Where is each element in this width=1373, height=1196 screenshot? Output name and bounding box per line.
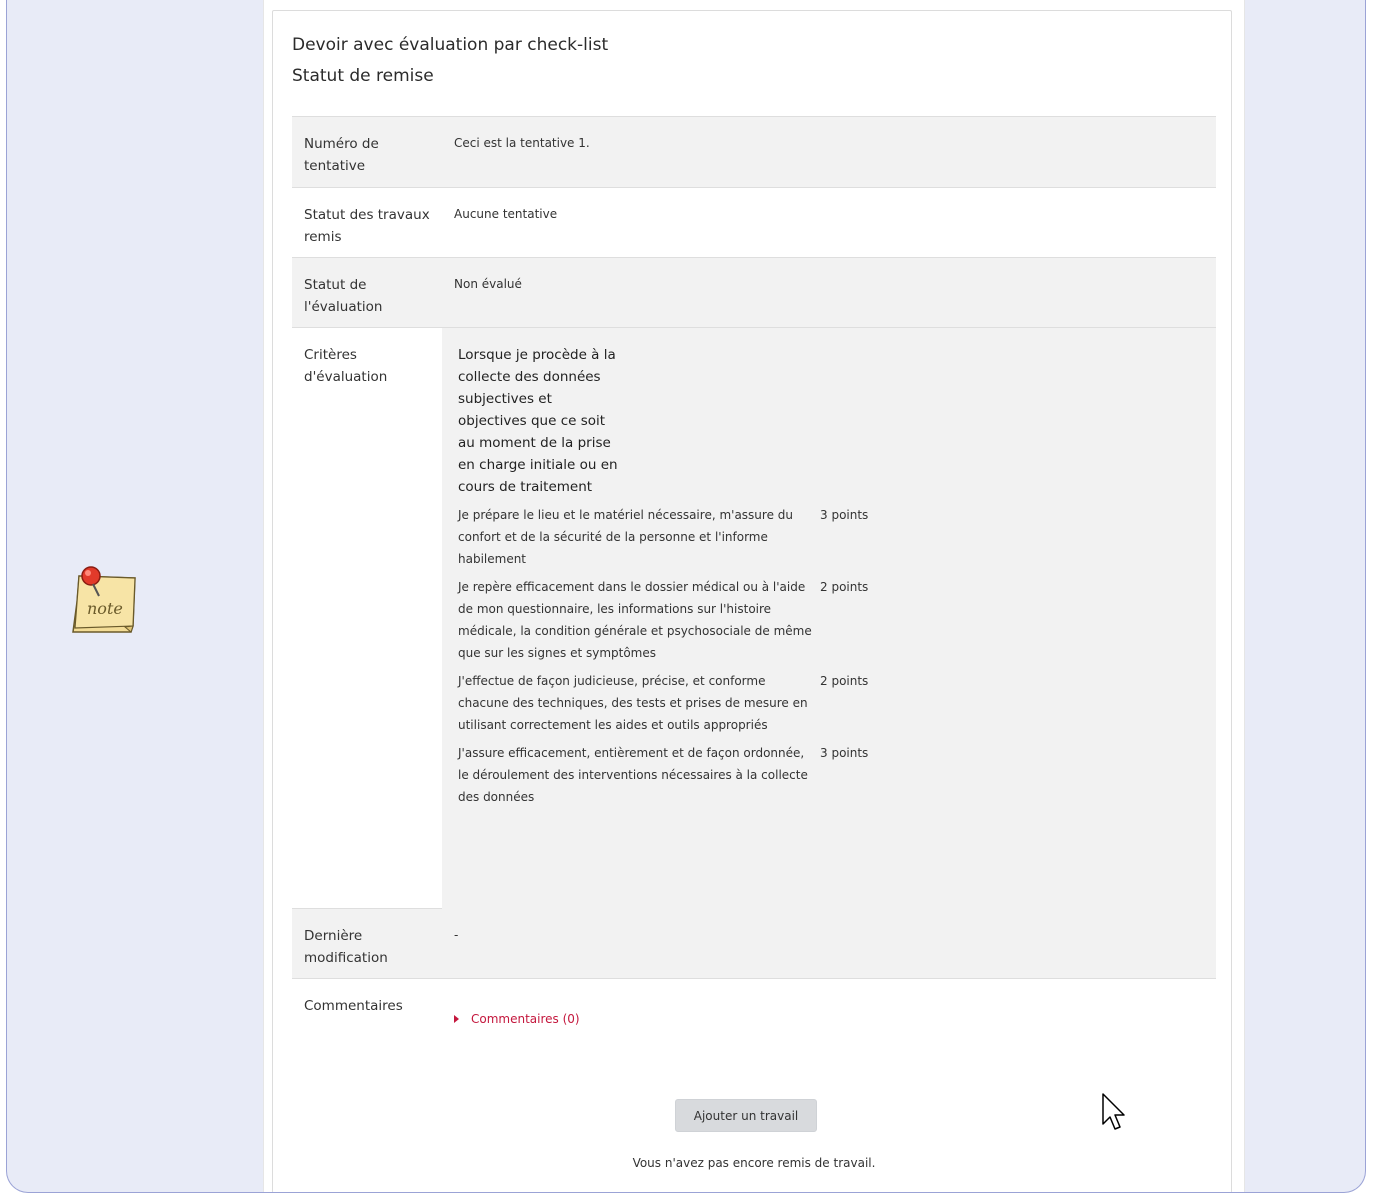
table-row: Numéro de tentative Ceci est la tentativ… [292, 117, 1216, 188]
row-label: Statut de l'évaluation [304, 277, 383, 315]
checklist-box: Lorsque je procède à la collecte des don… [442, 328, 1216, 909]
section-title: Statut de remise [292, 66, 434, 86]
note-icon: note [72, 566, 136, 633]
table-row: Dernière modification - [292, 909, 1216, 979]
criterion-description: Je prépare le lieu et le matériel nécess… [458, 508, 793, 566]
mouse-pointer-icon [1102, 1093, 1125, 1130]
row-label: Statut des travaux remis [304, 207, 430, 245]
criterion-points: 3 points [820, 746, 869, 760]
content-panel: Devoir avec évaluation par check-list St… [263, 0, 1245, 1192]
criterion-points: 2 points [820, 674, 869, 688]
criteria-row: Critères d'évaluation Lorsque je procède… [292, 328, 1216, 909]
criteria-heading: Lorsque je procède à la collecte des don… [458, 347, 618, 495]
comments-toggle-link[interactable]: Commentaires (0) [454, 1009, 580, 1029]
row-value: Ceci est la tentative 1. [454, 136, 590, 150]
table-row: Statut de l'évaluation Non évalué [292, 258, 1216, 328]
table-row: Commentaires Commentaires (0) [292, 979, 1216, 1059]
row-label: Numéro de tentative [304, 136, 379, 174]
page-frame: note Devoir avec évaluation par check-li… [6, 0, 1366, 1193]
no-submission-message: Vous n'avez pas encore remis de travail. [632, 1156, 876, 1170]
criterion-points: 2 points [820, 580, 869, 594]
comments-link-label: Commentaires (0) [471, 1012, 580, 1026]
add-work-button[interactable]: Ajouter un travail [675, 1099, 817, 1132]
criterion-item: J'assure efficacement, entièrement et de… [458, 742, 1216, 808]
criterion-points: 3 points [820, 508, 869, 522]
submission-status-table: Numéro de tentative Ceci est la tentativ… [292, 116, 1216, 1059]
criterion-item: J'effectue de façon judicieuse, précise,… [458, 670, 1216, 736]
row-label: Commentaires [304, 998, 403, 1014]
row-value: - [454, 928, 459, 942]
row-label: Critères d'évaluation [304, 347, 388, 385]
row-label: Dernière modification [304, 928, 388, 966]
criterion-description: J'effectue de façon judicieuse, précise,… [458, 674, 808, 732]
row-value: Aucune tentative [454, 207, 558, 221]
submission-status-card: Devoir avec évaluation par check-list St… [272, 10, 1232, 1192]
assignment-title: Devoir avec évaluation par check-list [292, 35, 609, 55]
criteria-cell: Lorsque je procède à la collecte des don… [442, 328, 1216, 909]
table-row: Statut des travaux remis Aucune tentativ… [292, 188, 1216, 258]
criterion-item: Je repère efficacement dans le dossier m… [458, 576, 1216, 664]
row-value: Non évalué [454, 277, 522, 291]
criterion-description: J'assure efficacement, entièrement et de… [458, 746, 808, 804]
triangle-right-icon [454, 1015, 459, 1023]
criterion-item: Je prépare le lieu et le matériel nécess… [458, 504, 1216, 570]
row-value: Commentaires (0) [442, 979, 1216, 1059]
svg-text:note: note [87, 599, 123, 618]
criterion-description: Je repère efficacement dans le dossier m… [458, 580, 812, 660]
